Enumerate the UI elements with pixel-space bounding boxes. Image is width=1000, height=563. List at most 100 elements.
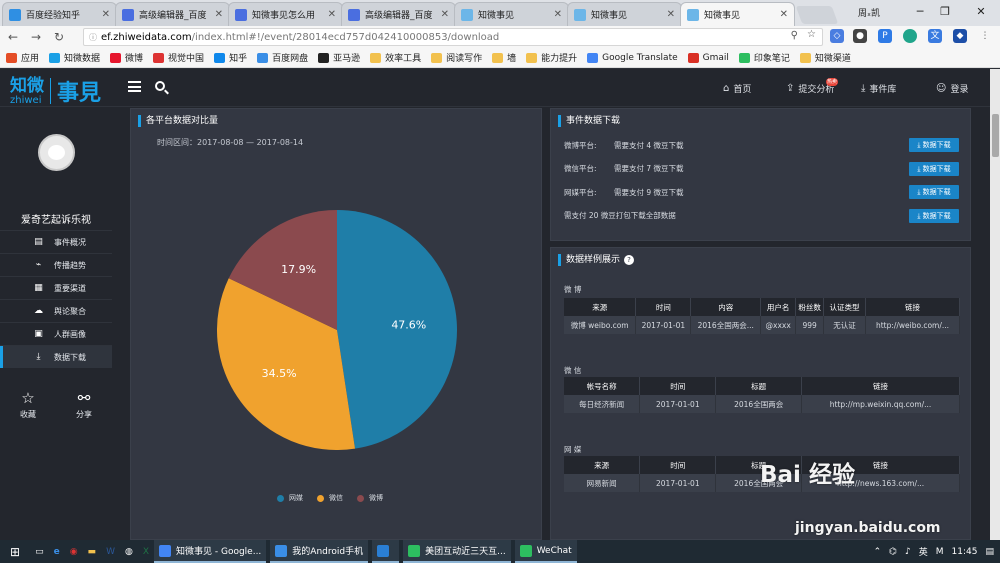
taskbar-app-icon xyxy=(159,544,171,557)
bookmark-item[interactable]: 知微数据 xyxy=(49,51,100,64)
browser-tab[interactable]: 百度经验知乎 ✕ xyxy=(2,2,117,26)
nav-event-library[interactable]: ⤓ 事件库 xyxy=(861,82,896,95)
browser-tab[interactable]: 知微事见 ✕ xyxy=(680,2,795,26)
sidebar-item[interactable]: ▦ 重要渠道 xyxy=(0,276,112,299)
tab-close-icon[interactable]: ✕ xyxy=(215,9,223,20)
bookmark-item[interactable]: 知乎 xyxy=(214,51,247,64)
bookmark-item[interactable]: 百度网盘 xyxy=(257,51,308,64)
browser-tab[interactable]: 高级编辑器_百度 ✕ xyxy=(341,2,456,26)
globe-icon[interactable]: ◍ xyxy=(120,540,138,563)
bookmark-item[interactable]: 视觉中国 xyxy=(153,51,204,64)
data-download-button[interactable]: ⤓ 数据下载 xyxy=(909,138,959,152)
excel-icon[interactable]: X xyxy=(138,540,154,563)
help-icon[interactable]: ? xyxy=(624,255,635,265)
forward-icon[interactable]: → xyxy=(26,30,46,44)
legend-item[interactable]: 网媒 xyxy=(277,493,303,503)
bookmark-item[interactable]: 亚马逊 xyxy=(318,51,360,64)
sidebar-item[interactable]: ▤ 事件概况 xyxy=(0,230,112,253)
task-view-icon[interactable]: ▭ xyxy=(30,540,49,563)
table-header-cell: 帐号名称 xyxy=(564,377,641,395)
bookmark-item[interactable]: 微博 xyxy=(110,51,143,64)
taskbar-app[interactable] xyxy=(372,540,400,563)
app-pinned-icon[interactable]: ◉ xyxy=(65,540,83,563)
pie-data-label: 47.6% xyxy=(391,319,426,332)
circle-extension-icon[interactable] xyxy=(903,29,917,43)
taskbar-app[interactable]: WeChat xyxy=(514,540,577,563)
star-icon[interactable]: ☆ xyxy=(807,29,816,40)
table-header-cell: 时间 xyxy=(639,456,717,474)
browser-profile-name[interactable]: 周ₓ凯 xyxy=(858,6,880,19)
sidebar-item[interactable]: ▣ 人群画像 xyxy=(0,322,112,345)
share-button[interactable]: ⚯ 分享 xyxy=(56,389,112,420)
taskbar-app[interactable]: 知微事见 - Google... xyxy=(154,540,267,563)
bookmark-item[interactable]: Gmail xyxy=(687,52,729,63)
bookmark-item[interactable]: 印象笔记 xyxy=(738,51,790,64)
address-bar[interactable]: ⓘ ef.zhiweidata.com /index.html#!/event/… xyxy=(83,28,823,46)
bookmark-item[interactable]: 应用 xyxy=(6,51,39,64)
tab-close-icon[interactable]: ✕ xyxy=(441,9,449,20)
network-icon[interactable]: ⌬ xyxy=(889,547,897,557)
new-tab-button[interactable] xyxy=(795,6,839,24)
data-download-button[interactable]: ⤓ 数据下载 xyxy=(909,161,959,176)
input-method-icon[interactable]: M xyxy=(936,547,944,557)
data-download-button[interactable]: ⤓ 数据下载 xyxy=(909,208,959,223)
browser-tab[interactable]: 高级编辑器_百度 ✕ xyxy=(115,2,230,26)
tab-close-icon[interactable]: ✕ xyxy=(328,9,336,20)
overview-icon: ▤ xyxy=(34,236,43,247)
table-cell: @xxxx xyxy=(760,316,797,334)
hamburger-menu-icon[interactable] xyxy=(128,81,141,92)
tab-close-icon[interactable]: ✕ xyxy=(102,9,110,20)
browser-tab[interactable]: 知微事见 ✕ xyxy=(454,2,569,26)
legend-item[interactable]: 微博 xyxy=(357,493,383,503)
home-icon: ⌂ xyxy=(723,83,730,94)
taskbar-app[interactable]: 我的Android手机 xyxy=(270,540,369,563)
bookmark-item[interactable]: 能力提升 xyxy=(526,51,577,64)
zoom-icon[interactable]: ⚲ xyxy=(791,30,798,41)
diamond-extension-icon[interactable]: ◆ xyxy=(953,29,967,43)
data-download-button[interactable]: ⤓ 数据下载 xyxy=(909,185,959,199)
tab-close-icon[interactable]: ✕ xyxy=(554,9,562,20)
start-button[interactable]: ⊞ xyxy=(0,540,30,563)
menu-dots-icon[interactable]: ⋮ xyxy=(978,29,992,43)
nav-login[interactable]: ☺ 登录 xyxy=(936,82,968,95)
bookmark-item[interactable]: 墙 xyxy=(492,51,516,64)
logo[interactable]: 知微 zhiwei 事見 xyxy=(10,75,101,107)
file-explorer-icon[interactable]: ▬ xyxy=(83,540,102,563)
tab-close-icon[interactable]: ✕ xyxy=(667,9,675,20)
bookmark-item[interactable]: 效率工具 xyxy=(370,51,421,64)
browser-tab[interactable]: 知微事见 ✕ xyxy=(567,2,682,26)
legend-item[interactable]: 微信 xyxy=(317,493,343,503)
bookmark-icon xyxy=(153,52,165,63)
taskbar-app[interactable]: 美团互动近三天互... xyxy=(403,540,511,563)
word-icon[interactable]: W xyxy=(101,540,120,563)
reload-icon[interactable]: ↻ xyxy=(49,30,69,44)
pie-data-label: 34.5% xyxy=(262,367,297,380)
notification-icon[interactable]: ▤ xyxy=(985,547,994,557)
scrollbar-thumb[interactable] xyxy=(992,114,999,157)
translate-extension-icon[interactable]: 文 xyxy=(928,29,942,43)
maximize-icon[interactable]: ❐ xyxy=(930,2,960,22)
edge-icon[interactable]: e xyxy=(49,540,65,563)
bookmark-label: 墙 xyxy=(507,54,517,64)
clock[interactable]: 11:45 xyxy=(952,547,978,557)
bookmark-item[interactable]: Google Translate xyxy=(587,52,678,63)
close-window-icon[interactable]: ✕ xyxy=(966,2,996,22)
nav-home[interactable]: ⌂ 首页 xyxy=(723,82,751,95)
tab-close-icon[interactable]: ✕ xyxy=(780,9,788,20)
table-cell: 2017-01-01 xyxy=(639,474,717,492)
sidebar-item[interactable]: ☁ 舆论聚合 xyxy=(0,299,112,322)
sidebar-item[interactable]: ⤓ 数据下载 xyxy=(0,345,112,368)
bookmark-item[interactable]: 知微渠道 xyxy=(799,51,851,64)
search-icon[interactable] xyxy=(155,81,165,91)
back-icon[interactable]: ← xyxy=(3,30,23,44)
bookmark-item[interactable]: 阅读写作 xyxy=(431,51,482,64)
shield-extension-icon[interactable]: ◇ xyxy=(830,29,844,43)
ime-indicator[interactable]: 英 xyxy=(919,545,928,558)
tray-expand-icon[interactable]: ⌃ xyxy=(874,547,882,557)
sidebar-item[interactable]: ⌁ 传播趋势 xyxy=(0,253,112,276)
evernote-extension-icon[interactable]: ● xyxy=(853,29,867,43)
browser-tab[interactable]: 知微事见怎么用 ✕ xyxy=(228,2,343,26)
volume-icon[interactable]: ♪ xyxy=(905,547,911,557)
p-extension-icon[interactable]: P xyxy=(878,29,892,43)
favorite-button[interactable]: ☆ 收藏 xyxy=(0,389,56,420)
